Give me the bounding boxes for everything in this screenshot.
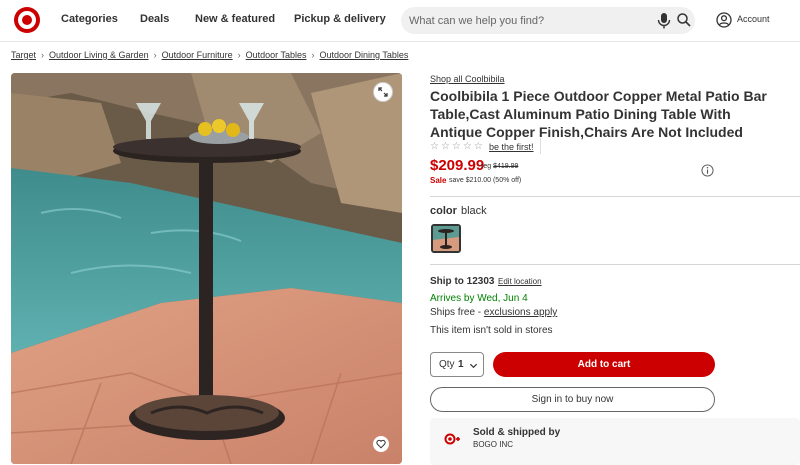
breadcrumb-separator: ›: [41, 50, 45, 60]
sign-in-to-buy-button[interactable]: Sign in to buy now: [430, 387, 715, 412]
add-to-cart-button[interactable]: Add to cart: [493, 352, 715, 377]
expand-image-button[interactable]: [373, 82, 393, 102]
shop-all-brand-link[interactable]: Shop all Coolbibila: [430, 74, 505, 84]
savings-text: save $210.00 (50% off): [449, 177, 522, 184]
nav-pickup-delivery[interactable]: Pickup & delivery: [294, 13, 386, 25]
product-image[interactable]: [11, 73, 402, 464]
expand-icon: [378, 87, 388, 97]
site-header: Categories Deals New & featured Pickup &…: [0, 0, 800, 42]
divider: [430, 264, 800, 265]
qty-value: 1: [458, 359, 464, 370]
microphone-icon[interactable]: [656, 12, 672, 30]
regular-price: reg $419.99: [481, 163, 518, 170]
color-label: color: [430, 205, 457, 217]
breadcrumb: Target › Outdoor Living & Garden › Outdoor F…: [11, 50, 408, 60]
info-icon[interactable]: [701, 164, 714, 177]
sale-label: Sale: [430, 176, 447, 185]
ships-free-prefix: Ships free -: [430, 307, 484, 318]
arrival-date: Arrives by Wed, Jun 4: [430, 293, 528, 304]
breadcrumb-target[interactable]: Target: [11, 50, 36, 60]
edit-location-link[interactable]: Edit location: [498, 277, 542, 286]
account-icon[interactable]: [716, 12, 732, 28]
chevron-down-icon: [469, 363, 478, 369]
divider: [540, 138, 541, 154]
rating-stars: ☆☆☆☆☆: [430, 141, 485, 152]
heart-icon: [376, 439, 386, 449]
target-logo-icon[interactable]: [14, 7, 40, 33]
seller-name: BOGO INC: [473, 440, 514, 449]
write-review-link[interactable]: be the first!: [489, 142, 534, 152]
reg-label: reg: [481, 163, 492, 170]
breadcrumb-separator: ›: [311, 50, 315, 60]
breadcrumb-outdoor-dining-tables[interactable]: Outdoor Dining Tables: [320, 50, 409, 60]
ship-to-zip: Ship to 12303: [430, 276, 495, 287]
nav-new-featured[interactable]: New & featured: [195, 13, 275, 25]
favorite-button[interactable]: [373, 436, 389, 452]
breadcrumb-outdoor-tables[interactable]: Outdoor Tables: [246, 50, 307, 60]
search-icon[interactable]: [676, 12, 692, 28]
color-value: black: [461, 205, 487, 217]
breadcrumb-separator: ›: [153, 50, 157, 60]
nav-deals[interactable]: Deals: [140, 13, 169, 25]
sold-shipped-by-label: Sold & shipped by: [473, 427, 561, 438]
search-bar: [401, 7, 695, 34]
quantity-select[interactable]: Qty 1: [430, 352, 484, 377]
exclusions-link[interactable]: exclusions apply: [484, 307, 557, 318]
current-price: $209.99: [430, 157, 485, 174]
store-availability: This item isn't sold in stores: [430, 325, 553, 336]
nav-categories[interactable]: Categories: [61, 13, 118, 25]
ships-free-text: Ships free - exclusions apply: [430, 307, 557, 318]
breadcrumb-outdoor-furniture[interactable]: Outdoor Furniture: [162, 50, 233, 60]
breadcrumb-separator: ›: [237, 50, 241, 60]
divider: [430, 196, 800, 197]
search-input[interactable]: [409, 11, 649, 30]
account-label[interactable]: Account: [737, 14, 770, 24]
breadcrumb-outdoor-living[interactable]: Outdoor Living & Garden: [49, 50, 149, 60]
reg-price-value: $419.99: [493, 163, 519, 170]
target-plus-icon: [444, 433, 460, 445]
qty-label: Qty: [439, 359, 455, 370]
color-swatch-black[interactable]: [431, 224, 461, 253]
product-title: Coolbibila 1 Piece Outdoor Copper Metal …: [430, 88, 767, 140]
